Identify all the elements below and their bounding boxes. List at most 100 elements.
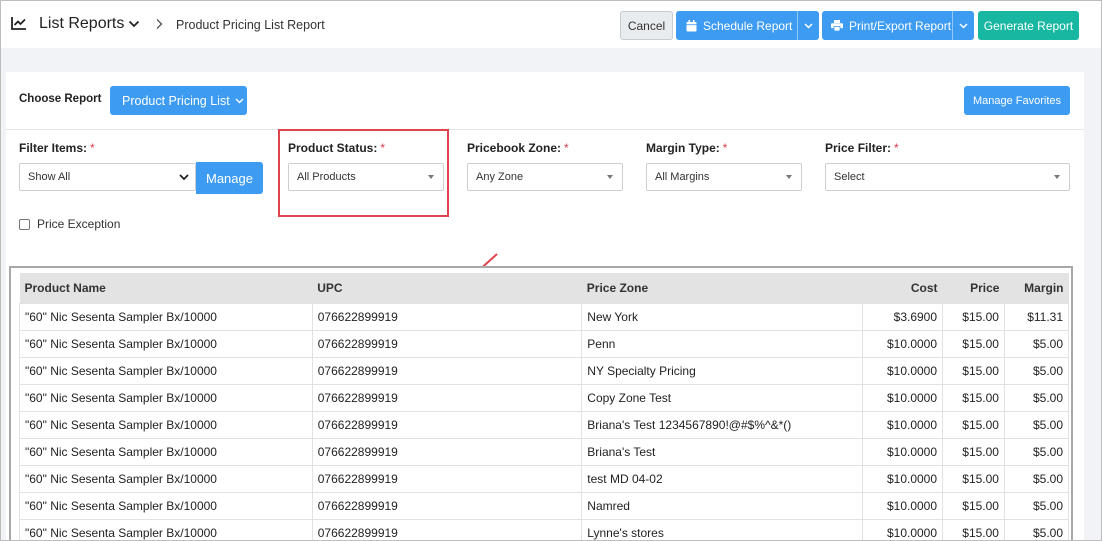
report-table: Product Name UPC Price Zone Cost Price M… (19, 273, 1070, 540)
manage-button-label: Manage (206, 170, 253, 186)
generate-report-button[interactable]: Generate Report (978, 11, 1079, 40)
filter-items-label-text: Filter Items: (19, 141, 88, 155)
cell-price-zone: New York (581, 302, 864, 331)
report-table-container: Product Name UPC Price Zone Cost Price M… (9, 266, 1073, 540)
required-mark: * (722, 141, 728, 155)
table-row: "60" Nic Sesenta Sampler Bx/10000 076622… (19, 518, 1070, 540)
cell-product-name: "60" Nic Sesenta Sampler Bx/10000 (19, 302, 313, 331)
printer-icon (831, 20, 843, 31)
chevron-down-icon (804, 22, 813, 29)
cell-margin: $5.00 (1003, 437, 1070, 466)
cell-price: $15.00 (942, 437, 1005, 466)
cell-upc: 076622899919 (311, 410, 583, 439)
price-filter-select[interactable]: Select (825, 163, 1070, 191)
choose-report-label: Choose Report (19, 93, 102, 105)
cell-product-name: "60" Nic Sesenta Sampler Bx/10000 (19, 356, 313, 385)
table-row: "60" Nic Sesenta Sampler Bx/10000 076622… (19, 302, 1070, 331)
cell-upc: 076622899919 (311, 329, 583, 358)
chevron-down-icon (235, 98, 244, 103)
cell-upc: 076622899919 (311, 302, 583, 331)
cell-price: $15.00 (942, 356, 1005, 385)
margin-type-label: Margin Type: * (646, 141, 727, 155)
filter-items-select[interactable]: Show All (19, 163, 196, 191)
cell-cost: $10.0000 (862, 356, 944, 385)
divider (6, 129, 1084, 130)
column-header-price-zone[interactable]: Price Zone (581, 273, 863, 303)
manage-favorites-label: Manage Favorites (972, 94, 1062, 107)
margin-type-value: All Margins (655, 171, 710, 183)
chevron-down-icon (959, 22, 968, 29)
calendar-icon (686, 19, 697, 31)
report-panel: Choose Report Product Pricing List Manag… (6, 72, 1084, 540)
cell-margin: $5.00 (1003, 329, 1070, 358)
chevron-down-icon[interactable] (128, 19, 140, 29)
column-header-product-name[interactable]: Product Name (19, 273, 313, 303)
cell-cost: $10.0000 (862, 518, 944, 540)
column-header-cost[interactable]: Cost (862, 273, 943, 303)
cell-price-zone: NY Specialty Pricing (581, 356, 864, 385)
schedule-dropdown-toggle[interactable] (797, 11, 819, 40)
page-header: List Reports Product Pricing List Report… (1, 1, 1101, 48)
line-chart-icon (11, 17, 26, 30)
pricebook-zone-value: Any Zone (476, 171, 524, 183)
manage-button[interactable]: Manage (196, 162, 263, 194)
cell-product-name: "60" Nic Sesenta Sampler Bx/10000 (19, 437, 313, 466)
table-row: "60" Nic Sesenta Sampler Bx/10000 076622… (19, 464, 1070, 493)
checkbox-box[interactable] (19, 218, 30, 230)
cell-price-zone: Namred (581, 491, 864, 520)
cell-product-name: "60" Nic Sesenta Sampler Bx/10000 (19, 518, 313, 540)
cell-cost: $10.0000 (862, 437, 944, 466)
pricebook-zone-label-text: Pricebook Zone: (467, 141, 562, 155)
caret-down-icon (786, 175, 792, 179)
cell-price: $15.00 (942, 383, 1005, 412)
cell-price-zone: Copy Zone Test (581, 383, 864, 412)
cell-price: $15.00 (942, 518, 1005, 540)
cell-upc: 076622899919 (311, 491, 583, 520)
cell-price-zone: test MD 04-02 (581, 464, 864, 493)
cell-price: $15.00 (942, 491, 1005, 520)
price-exception-checkbox[interactable]: Price Exception (19, 217, 120, 231)
caret-down-icon (1054, 175, 1060, 179)
cell-upc: 076622899919 (311, 464, 583, 493)
table-row: "60" Nic Sesenta Sampler Bx/10000 076622… (19, 329, 1070, 358)
table-row: "60" Nic Sesenta Sampler Bx/10000 076622… (19, 383, 1070, 412)
cell-upc: 076622899919 (311, 356, 583, 385)
page-title: List Reports (39, 15, 125, 32)
filter-items-value: Show All (28, 171, 71, 183)
required-mark: * (894, 141, 899, 155)
manage-favorites-button[interactable]: Manage Favorites (964, 86, 1070, 115)
cell-margin: $11.31 (1003, 302, 1070, 331)
cell-cost: $10.0000 (862, 329, 944, 358)
cancel-button-label: Cancel (627, 18, 666, 33)
required-mark: * (564, 141, 569, 155)
cell-price: $15.00 (942, 329, 1005, 358)
cell-price: $15.00 (942, 410, 1005, 439)
cancel-button[interactable]: Cancel (620, 11, 673, 40)
cell-cost: $10.0000 (862, 383, 944, 412)
report-dropdown[interactable]: Product Pricing List (110, 86, 247, 115)
cell-margin: $5.00 (1003, 410, 1070, 439)
margin-type-select[interactable]: All Margins (646, 163, 802, 191)
cell-cost: $3.6900 (862, 302, 944, 331)
required-mark: * (90, 141, 95, 155)
print-dropdown-toggle[interactable] (952, 11, 974, 40)
cell-margin: $5.00 (1003, 464, 1070, 493)
price-filter-value: Select (834, 171, 865, 183)
price-filter-label-text: Price Filter: (825, 141, 892, 155)
column-header-price[interactable]: Price (942, 273, 1005, 303)
chevron-right-icon (156, 19, 163, 29)
cell-upc: 076622899919 (311, 383, 583, 412)
column-header-margin[interactable]: Margin (1004, 273, 1069, 303)
table-row: "60" Nic Sesenta Sampler Bx/10000 076622… (19, 410, 1070, 439)
column-header-upc[interactable]: UPC (312, 273, 582, 303)
table-row: "60" Nic Sesenta Sampler Bx/10000 076622… (19, 491, 1070, 520)
cell-margin: $5.00 (1003, 518, 1070, 540)
pricebook-zone-select[interactable]: Any Zone (467, 163, 623, 191)
cell-upc: 076622899919 (311, 518, 583, 540)
cell-product-name: "60" Nic Sesenta Sampler Bx/10000 (19, 410, 313, 439)
print-export-button[interactable]: Print/Export Report (822, 11, 974, 40)
cell-price: $15.00 (942, 302, 1005, 331)
cell-margin: $5.00 (1003, 491, 1070, 520)
schedule-report-button[interactable]: Schedule Report (676, 11, 819, 40)
table-header-row: Product Name UPC Price Zone Cost Price M… (19, 273, 1069, 303)
